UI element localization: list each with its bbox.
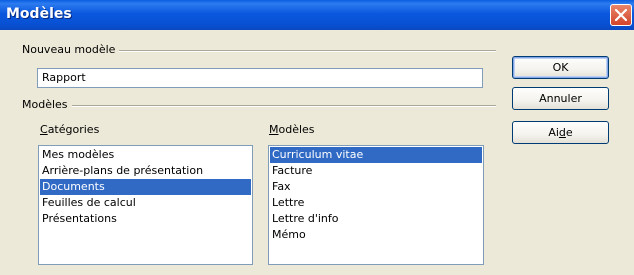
cancel-button[interactable]: Annuler (512, 87, 609, 110)
templates-group-label: Modèles (22, 98, 72, 111)
cancel-button-label: Annuler (539, 92, 582, 105)
template-item[interactable]: Mémo (270, 227, 482, 243)
template-item[interactable]: Facture (270, 163, 482, 179)
templates-separator (22, 105, 496, 107)
close-icon (615, 9, 627, 21)
category-item[interactable]: Présentations (40, 211, 251, 227)
category-item[interactable]: Arrière-plans de présentation (40, 163, 251, 179)
category-item[interactable]: Mes modèles (40, 147, 251, 163)
close-button[interactable] (610, 4, 632, 26)
ok-button-label: OK (552, 61, 569, 74)
window-title: Modèles (6, 6, 72, 22)
ok-button[interactable]: OK (512, 56, 609, 79)
template-item[interactable]: Fax (270, 179, 482, 195)
templates-dialog: Modèles Nouveau modèle Rapport Modèles C… (0, 0, 634, 275)
templates-list-label: Modèles (269, 123, 315, 136)
category-item[interactable]: Feuilles de calcul (40, 195, 251, 211)
category-item[interactable]: Documents (40, 179, 251, 195)
help-button-label: Aide (548, 126, 573, 139)
template-item[interactable]: Lettre (270, 195, 482, 211)
categories-listbox[interactable]: Mes modèles Arrière-plans de présentation… (38, 145, 253, 265)
template-item[interactable]: Lettre d'info (270, 211, 482, 227)
categories-label: Catégories (40, 123, 100, 136)
new-template-group-label: Nouveau modèle (22, 43, 120, 56)
template-name-value: Rapport (42, 71, 86, 84)
help-button[interactable]: Aide (512, 121, 609, 144)
template-name-input[interactable]: Rapport (37, 68, 483, 88)
template-item[interactable]: Curriculum vitae (270, 147, 482, 163)
templates-listbox[interactable]: Curriculum vitae Facture Fax Lettre Lettre d… (268, 145, 484, 265)
title-bar[interactable]: Modèles (0, 0, 634, 30)
